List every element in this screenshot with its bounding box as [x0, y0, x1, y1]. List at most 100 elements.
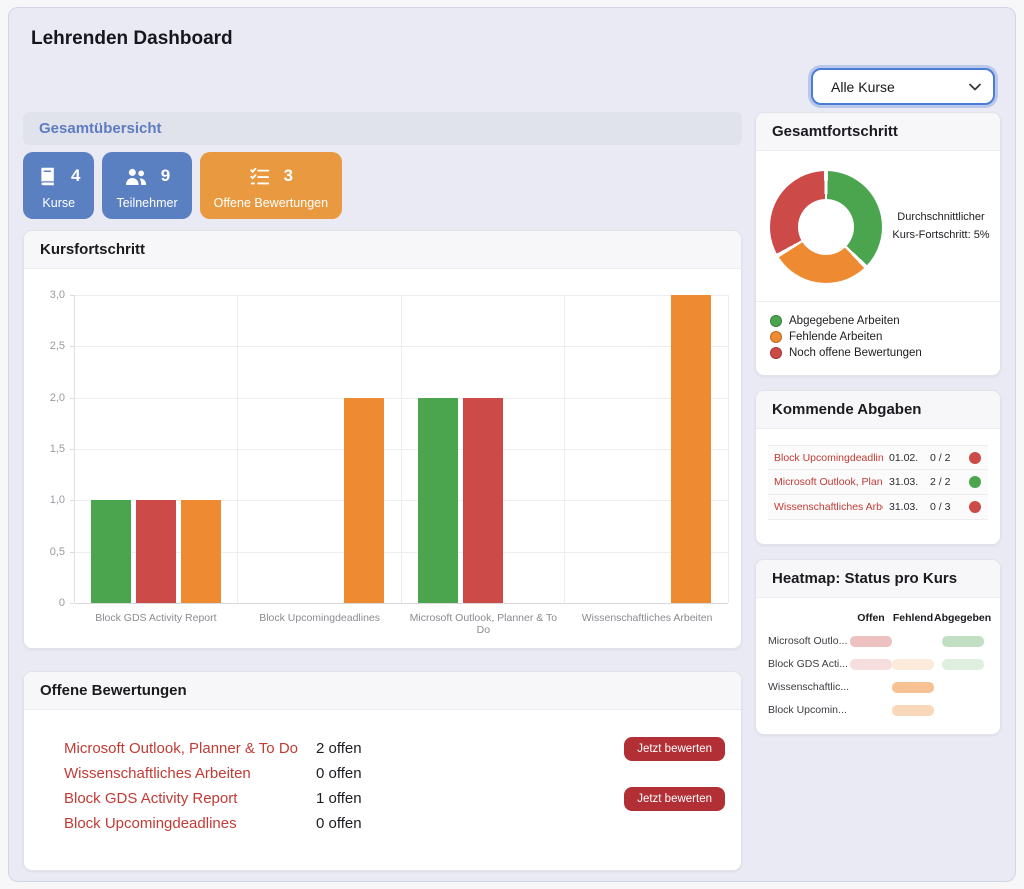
open-count: 1 offen — [316, 790, 446, 807]
bar — [418, 398, 458, 603]
plot-area — [74, 295, 729, 603]
heatmap-column-header: Fehlend — [892, 612, 934, 624]
upcoming-course-link[interactable]: Block Upcomingdeadlines — [774, 452, 883, 464]
heatmap-cell — [850, 636, 892, 647]
upcoming-count: 0 / 2 — [930, 452, 963, 464]
upcoming-date: 31.03. — [889, 476, 924, 488]
heatmap-column-header: Offen — [850, 612, 892, 624]
status-dot-icon — [969, 452, 981, 464]
heatmap-cell — [892, 682, 934, 693]
upcoming-course-link[interactable]: Microsoft Outlook, Plann… — [774, 476, 883, 488]
overall-progress-title: Gesamtfortschritt — [756, 113, 1000, 151]
legend-dot-icon — [770, 331, 782, 343]
upcoming-course-link[interactable]: Wissenschaftliches Arbei… — [774, 501, 883, 513]
upcoming-date: 31.03. — [889, 501, 924, 513]
bar — [671, 295, 711, 603]
bar-group — [238, 295, 401, 603]
y-tick-label: 1,0 — [50, 494, 65, 506]
stat-participants-label: Teilnehmer — [116, 196, 177, 210]
upcoming-panel: Kommende Abgaben Block Upcomingdeadlines… — [755, 390, 1001, 545]
legend-item: Noch offene Bewertungen — [770, 347, 986, 359]
legend-item: Abgegebene Arbeiten — [770, 315, 986, 327]
x-axis: Block GDS Activity ReportBlock Upcomingd… — [74, 612, 729, 636]
heatmap-cell — [850, 659, 892, 670]
rate-now-button[interactable]: Jetzt bewerten — [624, 737, 725, 761]
stat-courses-value: 4 — [71, 166, 80, 186]
open-assessment-row: Wissenschaftliches Arbeiten0 offen — [64, 761, 725, 786]
upcoming-title: Kommende Abgaben — [756, 391, 1000, 429]
bar-group — [402, 295, 565, 603]
course-progress-panel: Kursfortschritt 3,02,52,01,51,00,50 Bloc… — [23, 230, 742, 649]
bar-group — [75, 295, 238, 603]
open-course-link[interactable]: Wissenschaftliches Arbeiten — [64, 765, 316, 782]
stat-card-courses[interactable]: 4 Kurse — [23, 152, 94, 219]
bar — [463, 398, 503, 603]
open-course-link[interactable]: Block GDS Activity Report — [64, 790, 316, 807]
bar — [181, 500, 221, 603]
y-tick-label: 0,5 — [50, 546, 65, 558]
open-assessment-row: Block GDS Activity Report1 offen Jetzt be… — [64, 786, 725, 811]
heatmap-row-label: Wissenschaftlic... — [768, 681, 850, 693]
progress-caption: Durchschnittlicher Kurs-Fortschritt: 5% — [890, 209, 992, 244]
upcoming-count: 0 / 3 — [930, 501, 963, 513]
x-axis-label: Block Upcomingdeadlines — [238, 612, 402, 636]
upcoming-row: Microsoft Outlook, Plann… 31.03. 2 / 2 — [768, 470, 988, 495]
stat-card-open-assessments[interactable]: 3 Offene Bewertungen — [200, 152, 342, 219]
y-tick-label: 2,5 — [50, 340, 65, 352]
y-tick-label: 2,0 — [50, 392, 65, 404]
bar — [136, 500, 176, 603]
open-assessment-row: Microsoft Outlook, Planner & To Do2 offe… — [64, 736, 725, 761]
status-dot-icon — [969, 476, 981, 488]
heatmap-panel: Heatmap: Status pro Kurs OffenFehlendAbg… — [755, 559, 1001, 735]
upcoming-row: Block Upcomingdeadlines 01.02. 0 / 2 — [768, 445, 988, 470]
heatmap-title: Heatmap: Status pro Kurs — [756, 560, 1000, 598]
heatmap-column-header: Abgegeben — [934, 612, 991, 624]
open-course-link[interactable]: Block Upcomingdeadlines — [64, 815, 316, 832]
stat-participants-value: 9 — [161, 166, 170, 186]
section-title-overview: Gesamtübersicht — [23, 112, 742, 145]
open-assessments-panel: Offene Bewertungen Microsoft Outlook, Pl… — [23, 671, 742, 871]
donut-chart — [770, 171, 882, 283]
chevron-down-icon — [969, 83, 981, 91]
page-title: Lehrenden Dashboard — [31, 28, 1001, 50]
overall-progress-panel: Gesamtfortschritt Durchschnittlicher Kur… — [755, 112, 1001, 376]
heatmap-cell — [892, 705, 934, 716]
heatmap-row-label: Microsoft Outlo... — [768, 635, 850, 647]
open-assessments-title: Offene Bewertungen — [24, 672, 741, 710]
y-tick-label: 1,5 — [50, 443, 65, 455]
upcoming-date: 01.02. — [889, 452, 924, 464]
heatmap-grid: OffenFehlendAbgegeben Microsoft Outlo... B… — [768, 612, 990, 716]
open-assessment-row: Block Upcomingdeadlines0 offen — [64, 811, 725, 836]
x-axis-label: Wissenschaftliches Arbeiten — [565, 612, 729, 636]
upcoming-row: Wissenschaftliches Arbei… 31.03. 0 / 3 — [768, 495, 988, 520]
x-axis-label: Microsoft Outlook, Planner & To Do — [402, 612, 566, 636]
stat-cards: 4 Kurse 9 Teilnehmer — [23, 152, 742, 219]
open-course-link[interactable]: Microsoft Outlook, Planner & To Do — [64, 740, 316, 757]
y-axis: 3,02,52,01,51,00,50 — [28, 295, 74, 603]
book-icon — [37, 166, 58, 187]
open-assessments-list: Microsoft Outlook, Planner & To Do2 offe… — [24, 710, 741, 870]
heatmap-cell — [892, 659, 934, 670]
bar-group — [565, 295, 728, 603]
rate-now-button[interactable]: Jetzt bewerten — [624, 787, 725, 811]
course-filter-value: Alle Kurse — [831, 79, 895, 95]
donut-legend: Abgegebene ArbeitenFehlende ArbeitenNoch… — [756, 301, 1000, 375]
checklist-icon — [249, 166, 271, 187]
upcoming-count: 2 / 2 — [930, 476, 963, 488]
stat-open-label: Offene Bewertungen — [214, 196, 328, 210]
heatmap-row-label: Block GDS Acti... — [768, 658, 850, 670]
heatmap-cell — [942, 636, 984, 647]
upcoming-table: Block Upcomingdeadlines 01.02. 0 / 2 Micros… — [756, 429, 1000, 544]
y-tick-label: 0 — [59, 597, 65, 609]
legend-dot-icon — [770, 347, 782, 359]
open-count: 2 offen — [316, 740, 446, 757]
course-filter-select[interactable]: Alle Kurse — [811, 68, 995, 105]
heatmap-cell — [942, 659, 984, 670]
legend-dot-icon — [770, 315, 782, 327]
bar — [344, 398, 384, 603]
stat-card-participants[interactable]: 9 Teilnehmer — [102, 152, 191, 219]
open-count: 0 offen — [316, 765, 446, 782]
status-dot-icon — [969, 501, 981, 513]
bar-chart: 3,02,52,01,51,00,50 Block GDS Activity R… — [24, 269, 741, 648]
stat-courses-label: Kurse — [42, 196, 75, 210]
